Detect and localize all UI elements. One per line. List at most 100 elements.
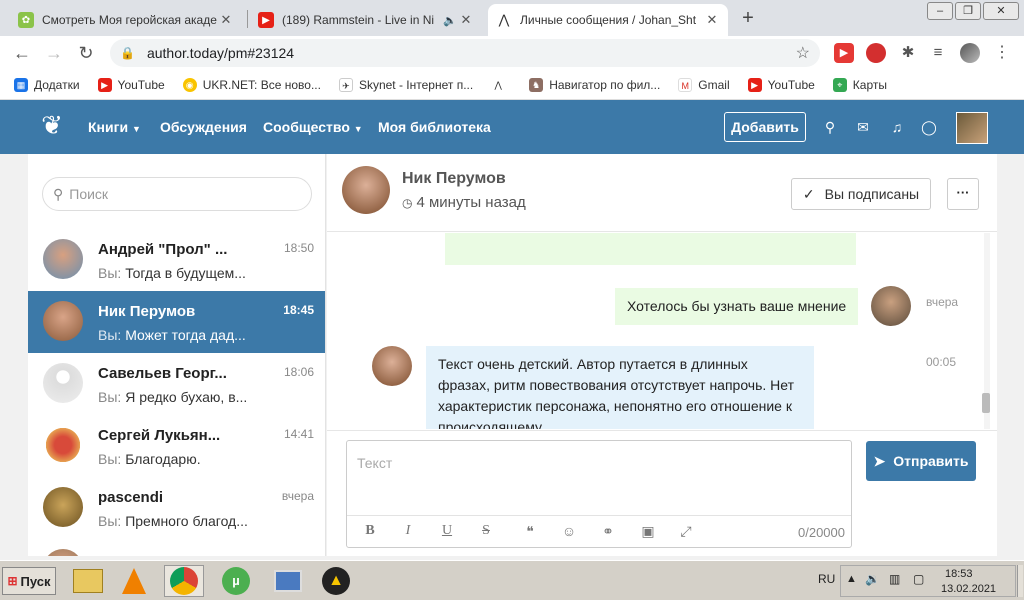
conversation-item[interactable]: pascendi вчера Вы: Премного благод... xyxy=(28,477,325,539)
os-taskbar: ⊞ Пуск µ ▲ RU ▲ 🔉 ▥ ▢ 18:53 13.02.2021 xyxy=(0,560,1024,600)
tray-expand-icon[interactable]: ▲ xyxy=(846,573,857,585)
conversation-item[interactable] xyxy=(28,539,325,556)
strikethrough-button[interactable]: S xyxy=(475,523,497,543)
media-queue-icon[interactable]: ≡ xyxy=(928,43,948,63)
close-tab-icon[interactable]: ✕ xyxy=(458,12,474,28)
bookmark-skynet[interactable]: ✈ Skynet - Інтернет п... xyxy=(338,77,473,92)
search-input[interactable]: ⚲ Поиск xyxy=(42,177,312,211)
browser-tab-bar: ✿ Смотреть Моя геройская акаде ✕ ▶ (189)… xyxy=(0,0,1024,36)
bookmark-author-today[interactable]: ⋀ xyxy=(491,77,511,92)
browser-tab-active[interactable]: ⋀ Личные сообщения / Johan_Sht ✕ xyxy=(488,4,728,36)
start-button[interactable]: ⊞ Пуск xyxy=(2,567,56,595)
contact-name[interactable]: Ник Перумов xyxy=(402,170,506,188)
menu-dots-icon[interactable]: ⋮ xyxy=(992,43,1012,63)
quote-icon[interactable]: ❝ xyxy=(519,523,541,543)
nav-books[interactable]: Книги ▼ xyxy=(88,119,141,135)
reload-button[interactable]: ↻ xyxy=(74,41,98,65)
computer-app[interactable] xyxy=(268,565,308,597)
network-icon[interactable]: ▥ xyxy=(889,572,900,586)
chevron-down-icon: ▼ xyxy=(131,124,141,134)
conversation-preview: Вы: Может тогда дад... xyxy=(98,327,246,343)
explorer-app[interactable] xyxy=(68,565,108,597)
nav-discussions[interactable]: Обсуждения xyxy=(160,119,247,135)
maximize-button[interactable]: ❐ xyxy=(955,2,981,20)
contact-avatar[interactable] xyxy=(342,166,390,214)
extension-icon[interactable] xyxy=(866,43,886,63)
subscribed-button[interactable]: ✓ Вы подписаны xyxy=(791,178,931,210)
nav-community[interactable]: Сообщество ▼ xyxy=(263,119,363,135)
bookmark-youtube[interactable]: ▶ YouTube xyxy=(747,77,815,92)
underline-button[interactable]: U xyxy=(436,523,458,543)
fullscreen-icon[interactable]: ⤢ xyxy=(675,523,697,543)
site-header: ❦ Книги ▼ Обсуждения Сообщество ▼ Моя би… xyxy=(0,100,1024,154)
conversation-item-selected[interactable]: Ник Перумов 18:45 Вы: Может тогда дад... xyxy=(28,291,325,353)
divider xyxy=(347,515,851,516)
audio-playing-icon[interactable]: 🔈 xyxy=(442,14,458,27)
conversation-preview: Вы: Премного благод... xyxy=(98,513,248,529)
url-text: author.today/pm#23124 xyxy=(146,45,295,61)
site-logo[interactable]: ❦ xyxy=(32,110,72,144)
folder-icon xyxy=(73,569,103,593)
conversation-item[interactable]: Сергей Лукьян... 14:41 Вы: Благодарю. xyxy=(28,415,325,477)
italic-button[interactable]: I xyxy=(397,523,419,543)
browser-tab[interactable]: ▶ (189) Rammstein - Live in Ni 🔈 ✕ xyxy=(250,4,482,36)
window-close-button[interactable]: ✕ xyxy=(983,2,1019,20)
bookmark-star-icon[interactable]: ☆ xyxy=(796,43,810,63)
new-tab-button[interactable]: + xyxy=(736,6,760,30)
bookmark-apps[interactable]: ▦ Додатки xyxy=(14,77,80,92)
chrome-icon xyxy=(170,567,198,595)
avatar xyxy=(43,239,83,279)
close-tab-icon[interactable]: ✕ xyxy=(704,12,720,28)
extension-icon[interactable]: ▶ xyxy=(834,43,854,63)
conversation-item[interactable]: Андрей "Прол" ... 18:50 Вы: Тогда в буду… xyxy=(28,229,325,291)
close-tab-icon[interactable]: ✕ xyxy=(218,12,234,28)
bookmarks-bar: ▦ Додатки ▶ YouTube ◉ UKR.NET: Все ново... … xyxy=(0,70,1024,100)
back-button[interactable]: ← xyxy=(10,41,34,65)
minimize-button[interactable]: – xyxy=(927,2,953,20)
bell-icon[interactable]: ♫ xyxy=(888,118,906,136)
profile-avatar-icon[interactable] xyxy=(960,43,980,63)
bookmark-youtube[interactable]: ▶ YouTube xyxy=(97,77,165,92)
aimp-app[interactable]: ▲ xyxy=(316,565,356,597)
send-button[interactable]: ➤ Отправить xyxy=(866,441,976,481)
image-icon[interactable]: ▣ xyxy=(637,523,659,543)
conversation-preview: Вы: Я редко бухаю, в... xyxy=(98,389,248,405)
link-icon[interactable]: ⚭ xyxy=(597,523,619,543)
message-composer[interactable]: Текст B I U S ❝ ☺ ⚭ ▣ ⤢ 0/20000 xyxy=(346,440,852,548)
avatar xyxy=(372,346,412,386)
author-today-icon: ⋀ xyxy=(491,77,506,92)
address-bar[interactable]: 🔒 author.today/pm#23124 ☆ xyxy=(110,39,820,67)
conversation-item[interactable]: Савельев Георг... 18:06 Вы: Я редко буха… xyxy=(28,353,325,415)
add-button[interactable]: Добавить xyxy=(724,112,806,142)
bookmark-gmail[interactable]: M Gmail xyxy=(678,77,730,92)
language-indicator[interactable]: RU xyxy=(818,572,835,586)
bookmark-navigator[interactable]: ♞ Навигатор по фил... xyxy=(529,77,660,92)
nav-my-library[interactable]: Моя библиотека xyxy=(378,119,491,135)
smiley-icon[interactable]: ☺ xyxy=(558,523,580,543)
bookmark-ukrnet[interactable]: ◉ UKR.NET: Все ново... xyxy=(182,77,321,92)
volume-icon[interactable]: 🔉 xyxy=(865,572,880,586)
youtube-icon: ▶ xyxy=(97,77,112,92)
search-icon[interactable]: ⚲ xyxy=(821,118,839,136)
forward-button[interactable]: → xyxy=(42,41,66,65)
chrome-app[interactable] xyxy=(164,565,204,597)
tray-app-icon[interactable]: ▢ xyxy=(913,572,924,586)
scrollbar-thumb[interactable] xyxy=(982,393,990,413)
bold-button[interactable]: B xyxy=(359,523,381,543)
chat-header: Ник Перумов ◷ 4 минуты назад ✓ Вы подписан… xyxy=(327,154,997,232)
mail-icon[interactable]: ✉ xyxy=(854,118,872,136)
show-desktop-button[interactable] xyxy=(1017,565,1023,597)
bookmark-maps[interactable]: ⌖ Карты xyxy=(832,77,887,92)
extensions-puzzle-icon[interactable]: ✱ xyxy=(898,43,918,63)
system-tray: ▲ 🔉 ▥ ▢ 18:53 13.02.2021 xyxy=(840,565,1016,597)
message-list: Хотелось бы узнать ваше мнение вчера Тек… xyxy=(327,233,997,429)
chat-bubble-icon[interactable]: ◯ xyxy=(920,118,938,136)
more-options-button[interactable]: ··· xyxy=(947,178,979,210)
browser-tab[interactable]: ✿ Смотреть Моя геройская акаде ✕ xyxy=(10,4,242,36)
conversation-time: 18:45 xyxy=(283,303,314,317)
vlc-app[interactable] xyxy=(114,565,154,597)
user-avatar[interactable] xyxy=(956,112,988,144)
message-time: 00:05 xyxy=(926,355,957,369)
utorrent-app[interactable]: µ xyxy=(216,565,256,597)
tab-title: Смотреть Моя геройская акаде xyxy=(42,13,217,27)
